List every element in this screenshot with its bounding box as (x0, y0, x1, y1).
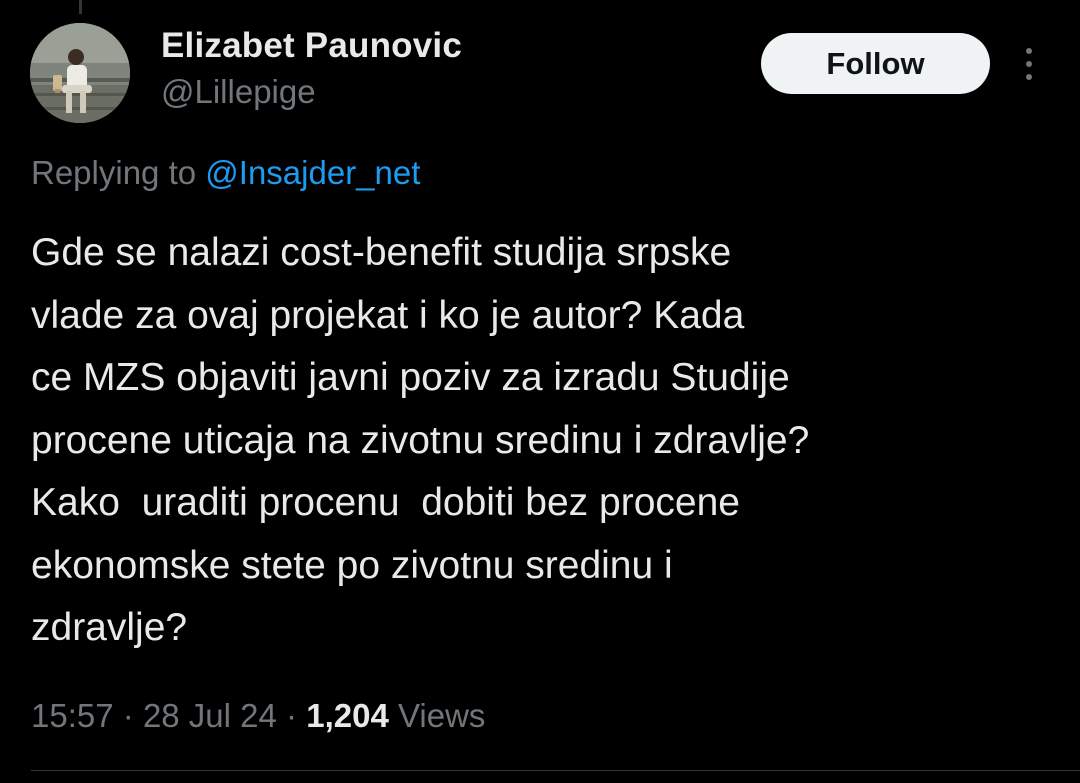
author-block: Elizabet Paunovic @Lillepige (161, 24, 462, 114)
reply-mention-link[interactable]: @Insajder_net (205, 154, 420, 191)
more-dot (1026, 48, 1032, 54)
replying-to-label: Replying to (31, 154, 197, 191)
author-display-name[interactable]: Elizabet Paunovic (161, 24, 462, 68)
more-dot (1026, 61, 1032, 67)
replying-to-line: Replying to @Insajder_net (31, 153, 420, 193)
more-vertical-icon[interactable] (1014, 44, 1044, 84)
meta-separator: · (286, 697, 298, 734)
tweet-text: Gde se nalazi cost-benefit studija srpsk… (31, 231, 810, 649)
tweet-meta: 15:57 · 28 Jul 24 · 1,204 Views (31, 695, 485, 737)
follow-button[interactable]: Follow (761, 33, 990, 94)
views-label[interactable]: Views (398, 697, 485, 734)
tweet-time[interactable]: 15:57 (31, 697, 114, 734)
meta-separator: · (122, 697, 134, 734)
more-dot (1026, 74, 1032, 80)
author-handle[interactable]: @Lillepige (161, 70, 462, 114)
avatar[interactable] (30, 23, 130, 123)
thread-connector-line (79, 0, 82, 14)
views-count[interactable]: 1,204 (306, 697, 389, 734)
tweet-date[interactable]: 28 Jul 24 (143, 697, 277, 734)
avatar-photo (30, 23, 130, 123)
divider (31, 770, 1080, 771)
